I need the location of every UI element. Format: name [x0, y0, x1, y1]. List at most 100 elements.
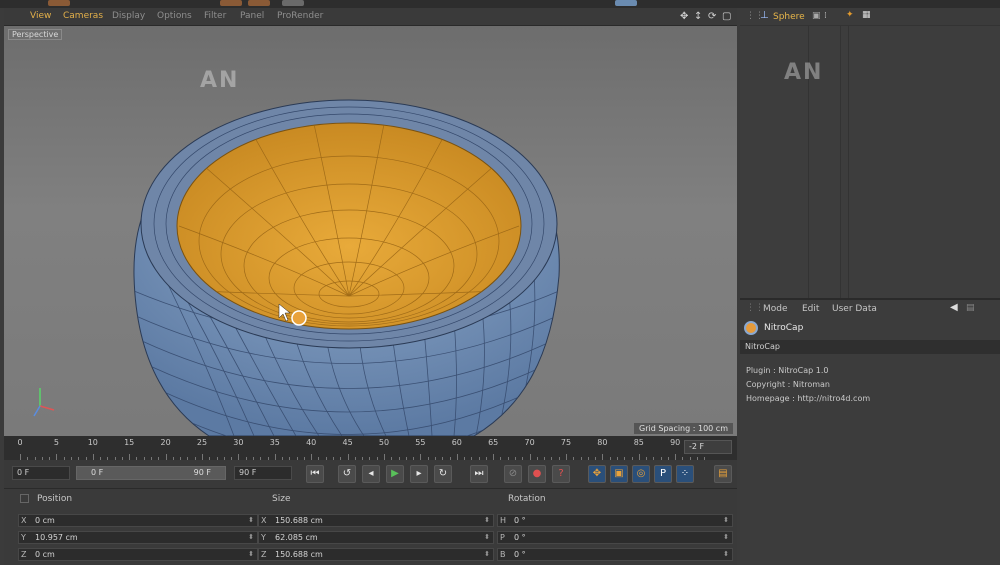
key-position-icon[interactable]: ✥ — [588, 465, 606, 483]
rotation-h-field[interactable]: H0 ° ⬍ — [497, 514, 733, 527]
key-points-icon[interactable]: ⁘ — [676, 465, 694, 483]
position-z-field[interactable]: Z0 cm ⬍ — [18, 548, 258, 561]
go-to-end-icon[interactable]: ⏭ — [470, 465, 488, 483]
next-key-icon[interactable]: ↻ — [434, 465, 452, 483]
attribute-menubar: ⋮⋮ Mode Edit User Data ◀ ▤ — [740, 300, 1000, 318]
size-header: Size — [272, 494, 291, 504]
timeline-tick-label: 30 — [233, 438, 244, 447]
timeline-tick-label: 80 — [597, 438, 608, 447]
visibility-dots-icon[interactable]: ⁞ — [824, 11, 827, 21]
timeline-tick-label: 75 — [560, 438, 572, 447]
timeline-ruler[interactable]: 0 5 10 15 20 25 30 35 40 45 50 55 60 65 70 75 80 85 90 -2 … — [4, 436, 737, 460]
position-y-field[interactable]: Y 10.957 cm ⬍ — [18, 531, 258, 544]
record-icon[interactable]: ● — [528, 465, 546, 483]
frame-range-slider[interactable]: 0 F 90 F — [76, 466, 226, 480]
step-forward-icon[interactable]: ▸ — [410, 465, 428, 483]
toolbar-button-4[interactable] — [282, 0, 304, 6]
bowl-mesh[interactable] — [4, 26, 737, 436]
viewport[interactable]: View Cameras Display Options Filter Pane… — [4, 8, 737, 436]
timeline-tick-label: 15 — [124, 438, 135, 447]
column-divider — [848, 26, 849, 298]
object-manager-toolbar: ⋮⋮ ⊥ Sphere ▣ ⁞ ✦ ▦ — [740, 8, 1000, 26]
back-arrow-icon[interactable]: ◀ — [950, 302, 958, 313]
menu-options[interactable]: Options — [157, 11, 192, 21]
play-icon[interactable]: ▶ — [386, 465, 404, 483]
menu-prorender[interactable]: ProRender — [277, 11, 323, 21]
toolbar-button-1[interactable] — [48, 0, 70, 6]
lock-icon[interactable]: ▤ — [966, 303, 975, 313]
timeline-tick-label: 5 — [53, 438, 59, 447]
menu-filter[interactable]: Filter — [204, 11, 226, 21]
world-axis-icon — [33, 388, 55, 417]
grid-spacing-label: Grid Spacing : 100 cm — [634, 423, 733, 434]
object-manager: ⋮⋮ ⊥ Sphere ▣ ⁞ ✦ ▦ AN — [740, 8, 1000, 298]
timeline-tick-label: 85 — [633, 438, 644, 447]
menu-edit[interactable]: Edit — [802, 304, 819, 314]
menu-cameras[interactable]: Cameras — [63, 11, 103, 21]
tag-icon[interactable]: ✦ — [846, 10, 854, 20]
go-to-start-icon[interactable]: ⏮ — [306, 465, 324, 483]
position-header: Position — [37, 494, 73, 504]
object-title: NitroCap — [764, 323, 804, 333]
coordinates-manager: Position Size Rotation X0 cm ⬍ Y 10.957 cm… — [4, 488, 737, 565]
toolbar-button-5[interactable] — [615, 0, 637, 6]
rotation-b-field[interactable]: B0 ° ⬍ — [497, 548, 733, 561]
timeline-tick-label: 90 — [670, 438, 681, 447]
transport-bar: 0 F 0 F 90 F 90 F ⏮ ↺ ◂ ▶ ▸ ↻ ⏭ ⊘ ● ? ✥ … — [4, 460, 737, 488]
menu-user-data[interactable]: User Data — [832, 304, 877, 314]
maximize-view-icon[interactable]: ▢ — [722, 11, 731, 22]
timeline-tick-label: 65 — [488, 438, 499, 447]
timeline-tick-label: 60 — [451, 438, 462, 447]
axis-handle-icon — [291, 310, 307, 326]
step-back-icon[interactable]: ◂ — [362, 465, 380, 483]
null-object-icon: ⊥ — [760, 10, 769, 21]
timeline-tick-label: 25 — [196, 438, 208, 447]
coord-menu-icon[interactable] — [20, 494, 29, 503]
nitrocap-icon — [744, 321, 758, 335]
timeline-tick-label: 10 — [87, 438, 98, 447]
start-frame-field[interactable]: 0 F — [12, 466, 70, 480]
checker-tag-icon[interactable]: ▦ — [862, 10, 871, 20]
menu-mode[interactable]: Mode — [763, 304, 788, 314]
layer-icon[interactable]: ▣ — [812, 11, 821, 21]
tab-nitrocap[interactable]: NitroCap — [740, 340, 1000, 354]
position-x-field[interactable]: X0 cm ⬍ — [18, 514, 258, 527]
toolbar-button-2[interactable] — [220, 0, 242, 6]
key-parameter-icon[interactable]: P — [654, 465, 672, 483]
attribute-title-row: NitroCap — [740, 318, 1000, 340]
rotation-header: Rotation — [508, 494, 546, 504]
timeline-icon[interactable]: ▤ — [714, 465, 732, 483]
c4d-window: View Cameras Display Options Filter Pane… — [0, 0, 1000, 565]
rotate-view-icon[interactable]: ⟳ — [708, 11, 716, 22]
end-frame-field[interactable]: 90 F — [234, 466, 292, 480]
menu-display[interactable]: Display — [112, 11, 145, 21]
size-x-field[interactable]: X 150.688 cm ⬍ — [258, 514, 494, 527]
copyright-label: Copyright : Nitroman — [746, 380, 830, 389]
rotation-p-field[interactable]: P0 ° ⬍ — [497, 531, 733, 544]
key-scale-icon[interactable]: ▣ — [610, 465, 628, 483]
record-disabled-icon[interactable]: ⊘ — [504, 465, 522, 483]
column-divider — [840, 26, 841, 298]
size-z-field[interactable]: Z 150.688 cm ⬍ — [258, 548, 494, 561]
current-frame-field[interactable]: -2 F — [684, 440, 732, 454]
menu-panel[interactable]: Panel — [240, 11, 264, 21]
top-toolbar-strip — [0, 0, 1000, 8]
range-start-label: 0 F — [91, 468, 104, 477]
toolbar-button-3[interactable] — [248, 0, 270, 6]
zoom-view-icon[interactable]: ↕ — [694, 11, 702, 22]
move-view-icon[interactable]: ✥ — [680, 11, 688, 22]
viewport-scene[interactable]: Perspective AN Grid Spacing: 100 cm — [4, 26, 737, 436]
size-y-field[interactable]: Y 62.085 cm ⬍ — [258, 531, 494, 544]
grip-icon: ⋮⋮ — [746, 303, 764, 313]
watermark-logo: AN — [784, 60, 824, 85]
timeline-tick-label: 50 — [378, 438, 390, 447]
menu-view[interactable]: View — [30, 11, 51, 21]
key-rotation-icon[interactable]: ◎ — [632, 465, 650, 483]
timeline-tick-label: 0 — [17, 438, 23, 447]
auto-key-icon[interactable]: ? — [552, 465, 570, 483]
prev-key-icon[interactable]: ↺ — [338, 465, 356, 483]
plugin-label: Plugin : NitroCap 1.0 — [746, 366, 829, 375]
timeline-tick-label: 40 — [306, 438, 317, 447]
object-name[interactable]: Sphere — [773, 12, 805, 22]
timeline-tick-label: 35 — [269, 438, 280, 447]
